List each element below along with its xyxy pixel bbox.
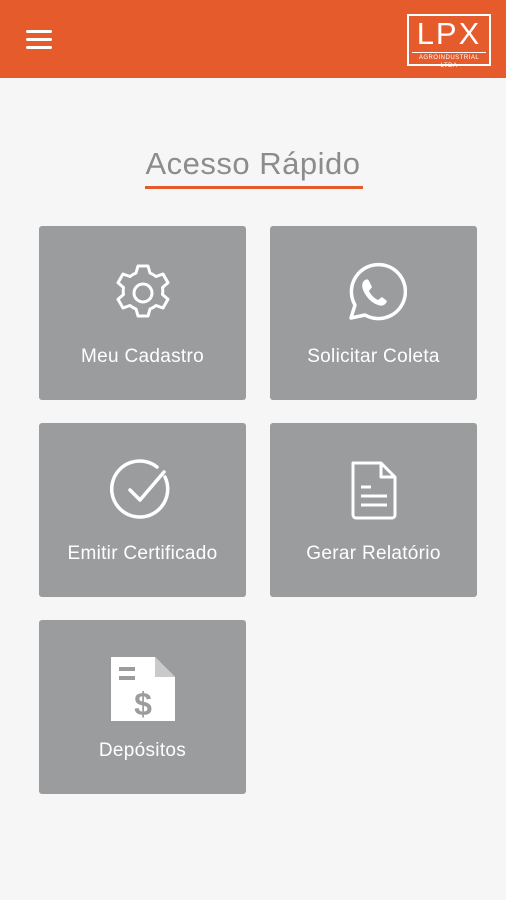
- top-app-bar: LPX AGROINDUSTRIAL LTDA: [0, 0, 506, 78]
- tile-label: Meu Cadastro: [81, 346, 204, 367]
- title-underline: [145, 186, 363, 189]
- hamburger-menu-icon[interactable]: [22, 24, 58, 54]
- tile-label: Depósitos: [98, 740, 187, 761]
- tile-label: Gerar Relatório: [306, 543, 441, 564]
- tile-label: Emitir Certificado: [67, 543, 218, 564]
- tile-depositos[interactable]: $ Depósitos: [39, 620, 246, 794]
- tile-label: Solicitar Coleta: [307, 346, 440, 367]
- tile-emitir-certificado[interactable]: Emitir Certificado: [39, 423, 246, 597]
- money-document-icon: $: [111, 657, 175, 722]
- tile-gerar-relatorio[interactable]: Gerar Relatório: [270, 423, 477, 597]
- whatsapp-icon: [349, 262, 407, 321]
- tile-solicitar-coleta[interactable]: Solicitar Coleta: [270, 226, 477, 400]
- gear-icon: [116, 264, 170, 318]
- tile-meu-cadastro[interactable]: Meu Cadastro: [39, 226, 246, 400]
- page-title: Acesso Rápido: [145, 146, 361, 181]
- company-logo: LPX AGROINDUSTRIAL LTDA: [407, 14, 491, 69]
- document-icon: [351, 461, 397, 520]
- check-circle-icon: [110, 459, 170, 519]
- svg-text:$: $: [134, 686, 152, 722]
